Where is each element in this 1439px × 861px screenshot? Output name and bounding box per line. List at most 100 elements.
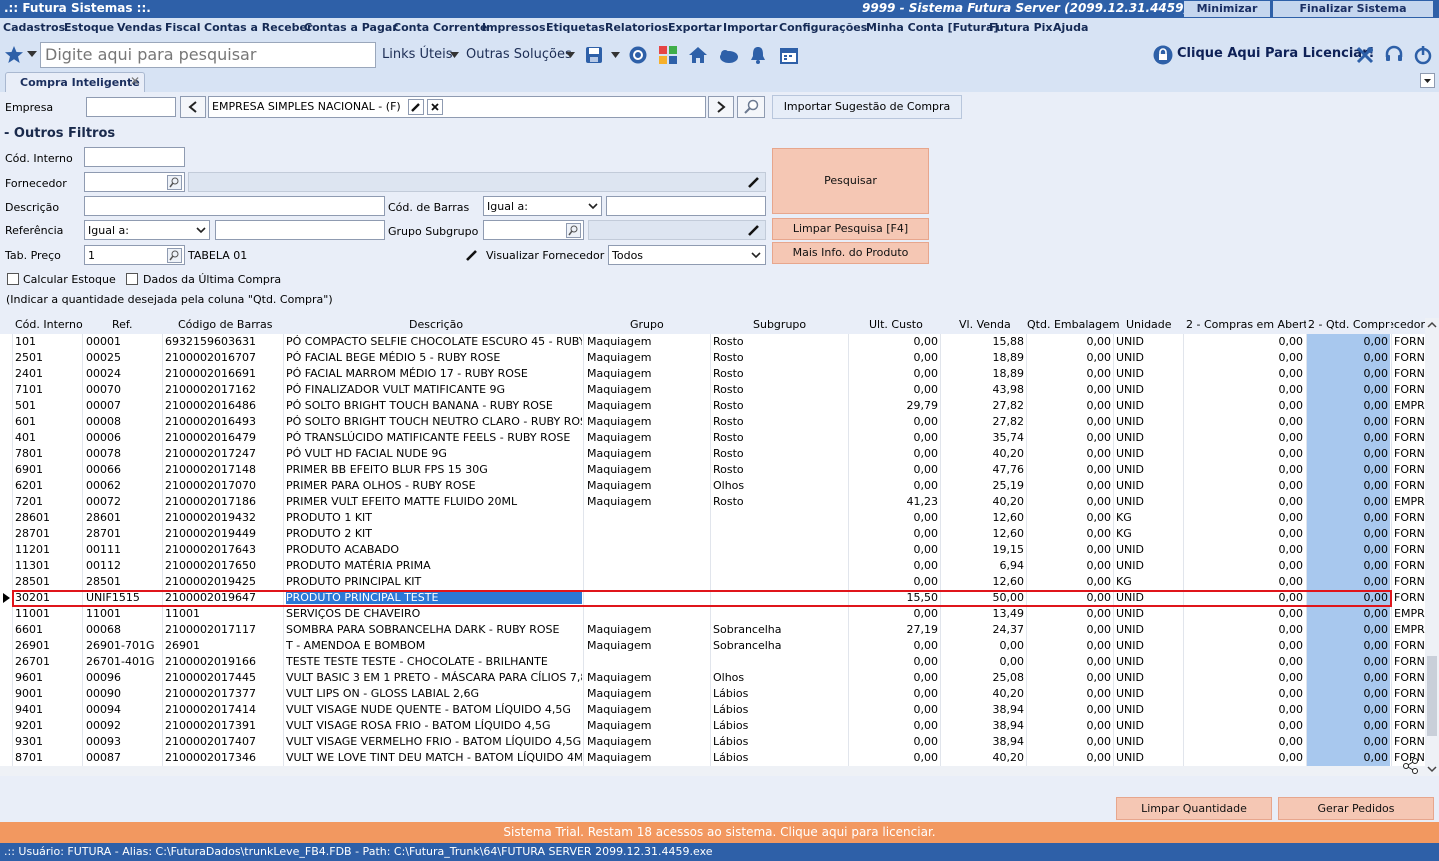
col-grupo[interactable]: Grupo — [630, 318, 664, 331]
menu-exportar[interactable]: Exportar — [668, 21, 722, 34]
import-suggestion-button[interactable]: Importar Sugestão de Compra — [772, 95, 962, 119]
visualizar-fornecedor-select[interactable]: Todos — [608, 245, 766, 265]
cell-qtd-compra[interactable]: 0,00 — [1308, 575, 1389, 588]
table-row[interactable]: 501 00007 2100002016486 PÓ SOLTO BRIGHT TOU… — [0, 398, 1425, 414]
menu-ajuda[interactable]: Ajuda — [1053, 21, 1088, 34]
table-row[interactable]: 6201 00062 2100002017070 PRIMER PARA OLHOS … — [0, 478, 1425, 494]
cell-qtd-compra[interactable]: 0,00 — [1308, 351, 1389, 364]
cell-qtd-compra[interactable]: 0,00 — [1308, 623, 1389, 636]
table-row[interactable]: 8701 00087 2100002017346 VULT WE LOVE TINT … — [0, 750, 1425, 766]
cell-qtd-compra[interactable]: 0,00 — [1308, 735, 1389, 748]
generate-orders-button[interactable]: Gerar Pedidos — [1278, 797, 1434, 820]
cell-qtd-compra[interactable]: 0,00 — [1308, 719, 1389, 732]
clear-quantity-button[interactable]: Limpar Quantidade — [1116, 797, 1272, 820]
table-row[interactable]: 26701 26701-401G 2100002019166 TESTE TESTE … — [0, 654, 1425, 670]
cell-qtd-compra[interactable]: 0,00 — [1308, 495, 1389, 508]
edit-pencil-icon[interactable] — [747, 175, 761, 189]
table-row[interactable]: 9001 00090 2100002017377 VULT LIPS ON - GLO… — [0, 686, 1425, 702]
bell-icon[interactable] — [748, 45, 768, 65]
cell-qtd-compra[interactable]: 0,00 — [1308, 703, 1389, 716]
cell-qtd-compra[interactable]: 0,00 — [1308, 335, 1389, 348]
scroll-down-icon[interactable] — [1427, 766, 1437, 773]
cell-qtd-compra[interactable]: 0,00 — [1308, 559, 1389, 572]
cloud-icon[interactable] — [717, 46, 739, 64]
cell-qtd-compra[interactable]: 0,00 — [1308, 447, 1389, 460]
menu-contas-receber[interactable]: Contas a Receber — [204, 21, 312, 34]
menu-cadastros[interactable]: Cadastros — [3, 21, 65, 34]
table-row[interactable]: 401 00006 2100002016479 PÓ TRANSLÚCIDO MATI… — [0, 430, 1425, 446]
menu-importar[interactable]: Importar — [723, 21, 778, 34]
share-icon[interactable] — [1402, 758, 1419, 774]
fornecedor-lookup-icon[interactable] — [167, 175, 182, 190]
clear-x-icon[interactable] — [427, 99, 443, 115]
table-row[interactable]: 9401 00094 2100002017414 VULT VISAGE NUDE Q… — [0, 702, 1425, 718]
save-icon[interactable] — [585, 46, 603, 64]
search-input[interactable]: Digite aqui para pesquisar — [40, 42, 376, 68]
col-cod-interno[interactable]: Cód. Interno — [15, 318, 83, 331]
cell-qtd-compra[interactable]: 0,00 — [1308, 511, 1389, 524]
table-row[interactable]: 7201 00072 2100002017186 PRIMER VULT EFEITO… — [0, 494, 1425, 510]
chevron-down-icon[interactable] — [450, 52, 459, 58]
favorites-star-icon[interactable] — [4, 45, 24, 63]
lock-icon[interactable] — [1153, 45, 1173, 65]
menu-configuracoes[interactable]: Configurações — [779, 21, 867, 34]
close-tab-icon[interactable]: ✕ — [130, 74, 140, 88]
grupo-lookup-icon[interactable] — [566, 223, 581, 238]
cod-barras-input[interactable] — [606, 196, 766, 216]
tab-compra-inteligente[interactable]: Compra Inteligente ✕ — [5, 72, 145, 92]
menu-fiscal[interactable]: Fiscal — [165, 21, 201, 34]
edit-pencil-icon[interactable] — [408, 99, 424, 115]
col-compras-aberto[interactable]: 2 - Compras em Aberto — [1186, 318, 1306, 331]
cell-qtd-compra[interactable]: 0,00 — [1308, 399, 1389, 412]
cell-qtd-compra[interactable]: 0,00 — [1308, 527, 1389, 540]
chevron-down-icon[interactable] — [566, 52, 575, 58]
cell-qtd-compra[interactable]: 0,00 — [1308, 415, 1389, 428]
scroll-thumb[interactable] — [1427, 656, 1437, 736]
table-row[interactable]: 11001 11001 11001 SERVIÇOS DE CHAVEIRO 0,00 1… — [0, 606, 1425, 622]
cell-qtd-compra[interactable]: 0,00 — [1308, 751, 1389, 764]
horizontal-scrollbar[interactable] — [0, 766, 1425, 776]
table-row[interactable]: 9301 00093 2100002017407 VULT VISAGE VERMEL… — [0, 734, 1425, 750]
power-icon[interactable] — [1413, 45, 1433, 65]
cell-qtd-compra[interactable]: 0,00 — [1308, 543, 1389, 556]
modules-icon[interactable] — [658, 45, 678, 65]
table-row[interactable]: 2501 00025 2100002016707 PÓ FACIAL BEGE MÉD… — [0, 350, 1425, 366]
cell-qtd-compra[interactable]: 0,00 — [1308, 655, 1389, 668]
table-row[interactable]: 7801 00078 2100002017247 PÓ VULT HD FACIAL … — [0, 446, 1425, 462]
tools-icon[interactable] — [1355, 45, 1375, 65]
menu-futura-pix[interactable]: Futura Pix — [989, 21, 1053, 34]
menu-conta-corrente[interactable]: Conta Corrente — [393, 21, 487, 34]
table-row[interactable]: 7101 00070 2100002017162 PÓ FINALIZADOR VUL… — [0, 382, 1425, 398]
table-row[interactable]: 11301 00112 2100002017650 PRODUTO MATÉRIA P… — [0, 558, 1425, 574]
vertical-scrollbar[interactable] — [1425, 318, 1439, 776]
edit-pencil-icon[interactable] — [465, 248, 479, 262]
outras-solucoes-menu[interactable]: Outras Soluções — [466, 47, 572, 62]
calendar-icon[interactable] — [779, 45, 799, 65]
col-unidade[interactable]: Unidade — [1126, 318, 1172, 331]
empresa-prev-button[interactable] — [180, 96, 206, 118]
table-row[interactable]: 9201 00092 2100002017391 VULT VISAGE ROSA F… — [0, 718, 1425, 734]
table-row[interactable]: 101 00001 6932159603631 PÓ COMPACTO SELFIE … — [0, 334, 1425, 350]
empresa-next-button[interactable] — [708, 96, 734, 118]
finalize-system-button[interactable]: Finalizar Sistema — [1273, 1, 1433, 17]
menu-contas-pagar[interactable]: Contas a Pagar — [304, 21, 398, 34]
empresa-code-input[interactable] — [86, 97, 176, 117]
search-button[interactable]: Pesquisar — [772, 148, 929, 214]
col-qtd-compra[interactable]: 2 - Qtd. Compra — [1308, 318, 1390, 331]
table-row[interactable]: 11201 00111 2100002017643 PRODUTO ACABADO 0,… — [0, 542, 1425, 558]
links-uteis-menu[interactable]: Links Úteis — [382, 47, 453, 62]
col-fornecedor[interactable]: Fornecedor — [1391, 318, 1425, 331]
calc-estoque-checkbox[interactable] — [7, 273, 19, 285]
cell-qtd-compra[interactable]: 0,00 — [1308, 367, 1389, 380]
col-ult-custo[interactable]: Ult. Custo — [869, 318, 923, 331]
col-descricao[interactable]: Descrição — [409, 318, 463, 331]
chevron-down-icon[interactable] — [27, 51, 37, 57]
cell-qtd-compra[interactable]: 0,00 — [1308, 431, 1389, 444]
col-vl-venda[interactable]: Vl. Venda — [959, 318, 1011, 331]
edit-pencil-icon[interactable] — [747, 223, 761, 237]
table-row[interactable]: 2401 00024 2100002016691 PÓ FACIAL MARROM M… — [0, 366, 1425, 382]
menu-relatorios[interactable]: Relatorios — [605, 21, 668, 34]
support-headset-icon[interactable] — [1384, 45, 1404, 65]
table-row[interactable]: 26901 26901-701G 26901 T - AMENDOA E BOMBOM… — [0, 638, 1425, 654]
col-subgrupo[interactable]: Subgrupo — [753, 318, 806, 331]
